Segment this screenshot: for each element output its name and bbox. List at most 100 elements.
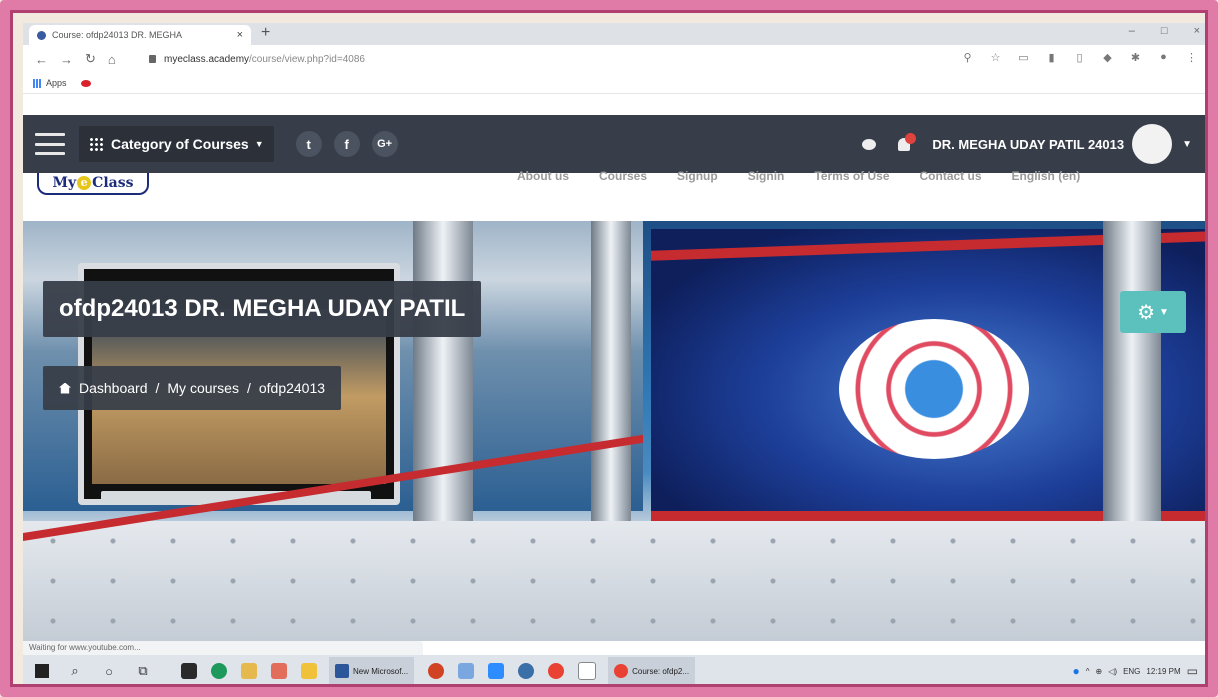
home-icon[interactable]: ⌂	[108, 52, 116, 67]
close-tab-icon[interactable]: ×	[237, 29, 243, 41]
new-tab-button[interactable]: +	[261, 24, 270, 42]
taskbar-app-chrome[interactable]: Course: ofdp2...	[608, 657, 696, 685]
cortana-icon[interactable]: ○	[101, 664, 117, 679]
user-name[interactable]: DR. MEGHA UDAY PATIL 24013	[932, 137, 1124, 152]
breadcrumb-separator: /	[155, 380, 160, 396]
bookmark-icon[interactable]	[80, 79, 91, 87]
apps-icon	[33, 78, 42, 88]
caret-down-icon: ▼	[254, 139, 264, 149]
menu-item-signup[interactable]: Signup	[677, 169, 718, 183]
tab-title: Course: ofdp24013 DR. MEGHA	[52, 30, 183, 40]
app-icon[interactable]	[241, 663, 257, 679]
extension-icon[interactable]: ▮	[1045, 51, 1058, 64]
facebook-icon[interactable]: f	[333, 131, 360, 157]
page-title: ofdp24013 DR. MEGHA UDAY PATIL	[43, 281, 482, 337]
site-navbar: Category of Courses ▼ t f G+ DR. MEGHA U…	[23, 115, 1208, 173]
menu-item-signin[interactable]: Signin	[748, 169, 785, 183]
screen: Course: ofdp24013 DR. MEGHA × + – □ × ← …	[23, 23, 1208, 687]
menu-dots-icon[interactable]: ⋮	[1185, 51, 1198, 64]
user-menu-caret-icon[interactable]: ▼	[1182, 139, 1192, 150]
bookmarks-bar: Apps	[23, 73, 1208, 94]
extension-icon[interactable]: ◆	[1101, 51, 1114, 64]
clock[interactable]: 12:19 PM	[1146, 667, 1180, 676]
gear-icon: ⚙	[1137, 301, 1156, 324]
taskbar-app-label: New Microsof...	[353, 666, 409, 676]
app-icon[interactable]	[271, 663, 287, 679]
minimize-button[interactable]: –	[1129, 25, 1135, 37]
file-explorer-icon[interactable]	[301, 663, 317, 679]
browser-tab[interactable]: Course: ofdp24013 DR. MEGHA ×	[29, 25, 251, 45]
menu-item-about[interactable]: About us	[517, 169, 569, 183]
extension-icon[interactable]: ▯	[1073, 51, 1086, 64]
notepad-icon[interactable]	[578, 662, 597, 680]
taskbar-app-label: Course: ofdp2...	[632, 666, 690, 676]
zoom-app-icon[interactable]	[488, 663, 505, 679]
dashboard-icon	[59, 382, 71, 394]
notifications-icon[interactable]: ▭	[1187, 664, 1198, 678]
system-tray: ● ^ ⊕ ◁) ENG 12:19 PM ▭	[1073, 655, 1198, 687]
url-path: /course/view.php?id=4086	[249, 53, 365, 65]
caret-down-icon: ▼	[1159, 306, 1169, 318]
url-domain: myeclass.academy	[164, 53, 250, 65]
apps-bookmark[interactable]: Apps	[46, 78, 67, 88]
course-settings-button[interactable]: ⚙ ▼	[1120, 291, 1186, 333]
menu-item-courses[interactable]: Courses	[599, 169, 647, 183]
menu-item-terms[interactable]: Terms of Use	[814, 169, 889, 183]
studio-pillar	[591, 221, 631, 521]
menu-item-language[interactable]: English (en)	[1012, 169, 1081, 183]
close-window-button[interactable]: ×	[1194, 25, 1200, 37]
twitter-icon[interactable]: t	[295, 131, 322, 157]
hamburger-menu-icon[interactable]	[35, 133, 65, 155]
menu-item-contact[interactable]: Contact us	[920, 169, 982, 183]
google-plus-icon[interactable]: G+	[371, 131, 398, 157]
bookmark-star-icon[interactable]: ☆	[989, 51, 1002, 64]
site-logo[interactable]: My e Class	[37, 173, 149, 195]
breadcrumb-dashboard[interactable]: Dashboard	[79, 380, 148, 396]
app-icon[interactable]	[518, 663, 535, 679]
breadcrumb-course[interactable]: ofdp24013	[259, 380, 325, 396]
taskbar-app-word[interactable]: New Microsof...	[329, 657, 415, 685]
logo-e-icon: e	[77, 176, 92, 190]
store-app-icon[interactable]	[181, 663, 197, 679]
favicon-icon	[37, 30, 46, 40]
breadcrumb-my-courses[interactable]: My courses	[167, 380, 239, 396]
profile-icon[interactable]: ●	[1157, 51, 1170, 64]
breadcrumb-separator: /	[246, 380, 251, 396]
site-header: My e Class About us Courses Signup Signin…	[23, 169, 1208, 221]
forward-arrow-icon[interactable]: →	[60, 52, 73, 67]
studio-pillar	[1103, 221, 1161, 561]
browser-toolbar: ← → ↻ ⌂ myeclass.academy/course/view.php…	[23, 45, 1208, 73]
puzzle-icon[interactable]: ✱	[1129, 51, 1142, 64]
avatar[interactable]	[1132, 124, 1173, 164]
task-view-icon[interactable]: ⧉	[135, 663, 151, 679]
category-label: Category of Courses	[111, 136, 249, 152]
maximize-button[interactable]: □	[1161, 25, 1168, 37]
app-icon[interactable]	[458, 663, 475, 679]
volume-icon[interactable]: ◁)	[1108, 667, 1117, 676]
messages-icon[interactable]	[862, 138, 877, 150]
lock-icon	[149, 55, 156, 63]
studio-floor	[23, 521, 1208, 641]
address-bar[interactable]: myeclass.academy/course/view.php?id=4086	[149, 49, 979, 69]
chrome-icon[interactable]	[548, 663, 565, 679]
word-icon	[335, 664, 349, 678]
browser-status-text: Waiting for www.youtube.com...	[23, 641, 423, 655]
browser-tab-strip: Course: ofdp24013 DR. MEGHA × + – □ ×	[23, 23, 1208, 45]
cast-icon[interactable]: ▭	[1017, 51, 1030, 64]
reload-icon[interactable]: ↻	[85, 51, 96, 67]
zoom-icon[interactable]: ⚲	[961, 51, 974, 64]
breadcrumb: Dashboard / My courses / ofdp24013	[43, 366, 342, 410]
extensions-area: ⚲ ☆ ▭ ▮ ▯ ◆ ✱ ● ⋮	[961, 51, 1198, 64]
help-icon[interactable]: ●	[1073, 664, 1080, 678]
chrome-icon	[614, 664, 629, 678]
language-indicator[interactable]: ENG	[1123, 667, 1140, 676]
network-icon[interactable]: ⊕	[1096, 667, 1103, 676]
search-icon[interactable]: ⌕	[67, 663, 83, 679]
app-icon[interactable]	[211, 663, 227, 679]
windows-start-icon[interactable]	[35, 664, 49, 678]
tray-expand-icon[interactable]: ^	[1086, 667, 1090, 676]
category-of-courses-button[interactable]: Category of Courses ▼	[79, 126, 274, 162]
back-arrow-icon[interactable]: ←	[35, 52, 48, 67]
powerpoint-icon[interactable]	[428, 663, 445, 679]
notifications-bell-icon[interactable]	[898, 132, 917, 151]
